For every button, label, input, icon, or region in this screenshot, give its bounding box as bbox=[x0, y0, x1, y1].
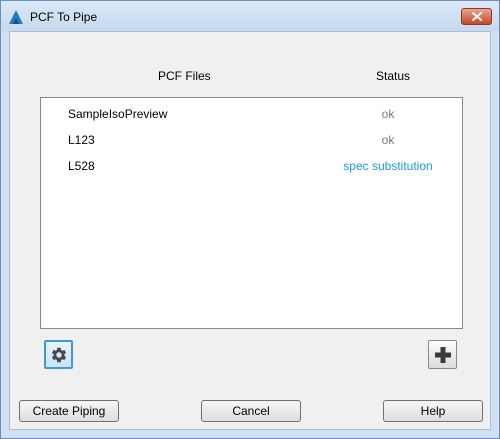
add-file-button[interactable] bbox=[428, 340, 457, 369]
file-status: ok bbox=[381, 133, 395, 147]
column-header-pcf-files: PCF Files bbox=[158, 69, 211, 83]
list-item[interactable]: SampleIsoPreview ok bbox=[41, 105, 462, 123]
cancel-button[interactable]: Cancel bbox=[201, 400, 301, 422]
dialog-window: PCF To Pipe PCF Files Status SampleIsoPr… bbox=[0, 0, 500, 439]
pcf-file-list[interactable]: SampleIsoPreview ok L123 ok L528 spec su… bbox=[40, 97, 463, 329]
close-button[interactable] bbox=[461, 8, 492, 25]
dialog-body: PCF Files Status SampleIsoPreview ok L12… bbox=[9, 31, 491, 430]
help-button[interactable]: Help bbox=[383, 400, 483, 422]
file-status: spec substitution bbox=[343, 159, 433, 173]
file-name: SampleIsoPreview bbox=[68, 107, 168, 121]
title-bar[interactable]: PCF To Pipe bbox=[1, 1, 499, 31]
file-status: ok bbox=[381, 107, 395, 121]
list-item[interactable]: L528 spec substitution bbox=[41, 157, 462, 175]
file-name: L123 bbox=[68, 133, 95, 147]
autodesk-logo-icon bbox=[9, 10, 23, 24]
settings-button[interactable] bbox=[44, 340, 73, 369]
close-icon bbox=[471, 12, 482, 21]
file-name: L528 bbox=[68, 159, 95, 173]
plus-icon bbox=[434, 346, 451, 363]
list-item[interactable]: L123 ok bbox=[41, 131, 462, 149]
column-header-status: Status bbox=[376, 69, 411, 83]
create-piping-button[interactable]: Create Piping bbox=[19, 400, 119, 422]
gear-icon bbox=[51, 347, 66, 362]
window-title: PCF To Pipe bbox=[30, 10, 98, 24]
